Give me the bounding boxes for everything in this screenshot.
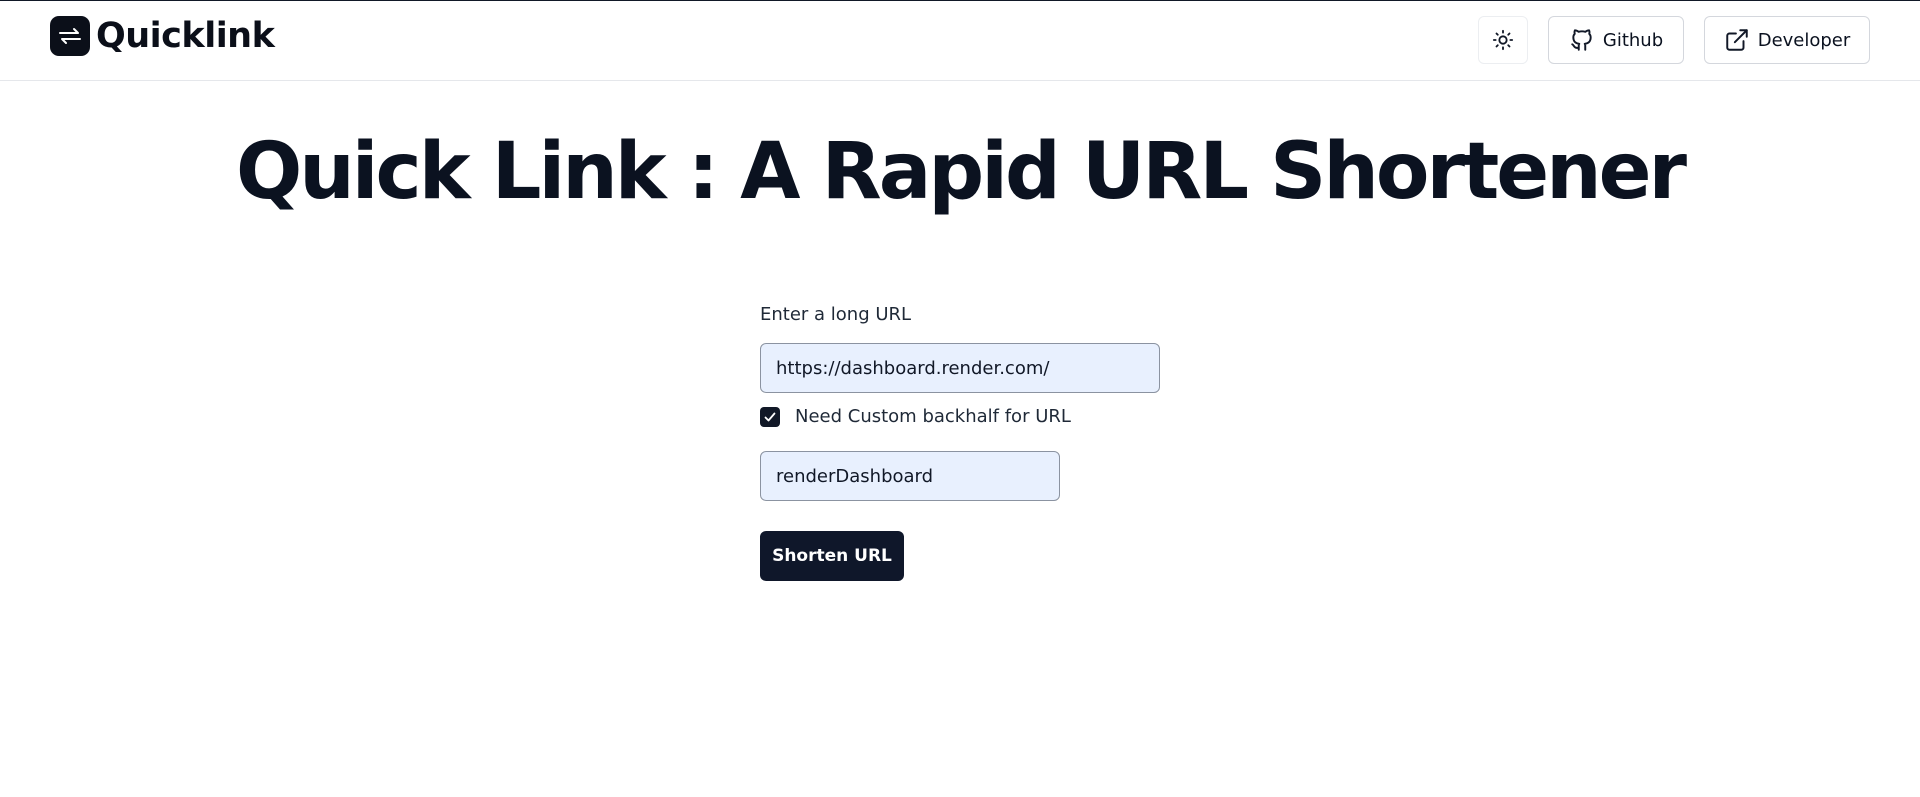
shorten-url-button[interactable]: Shorten URL xyxy=(760,531,904,581)
github-button[interactable]: Github xyxy=(1548,16,1684,64)
theme-toggle-button[interactable] xyxy=(1478,16,1528,64)
checkmark-icon xyxy=(764,412,776,421)
top-navbar: Quicklink Github Developer xyxy=(0,1,1920,81)
developer-button[interactable]: Developer xyxy=(1704,16,1870,64)
custom-backhalf-row: Need Custom backhalf for URL xyxy=(760,406,1071,427)
external-link-icon xyxy=(1724,27,1750,53)
link-arrows-icon xyxy=(50,16,90,56)
page-title: Quick Link : A Rapid URL Shortener xyxy=(235,127,1687,217)
custom-backhalf-input[interactable] xyxy=(760,451,1060,501)
sun-icon xyxy=(1492,29,1514,51)
developer-label: Developer xyxy=(1757,29,1851,51)
github-icon xyxy=(1569,27,1595,53)
custom-backhalf-checkbox[interactable] xyxy=(760,406,780,427)
custom-backhalf-label: Need Custom backhalf for URL xyxy=(795,406,1071,427)
long-url-input[interactable] xyxy=(760,343,1160,393)
brand-logo[interactable]: Quicklink xyxy=(50,16,275,56)
github-label: Github xyxy=(1602,29,1664,51)
brand-name: Quicklink xyxy=(96,16,275,56)
url-field-label: Enter a long URL xyxy=(760,304,912,325)
